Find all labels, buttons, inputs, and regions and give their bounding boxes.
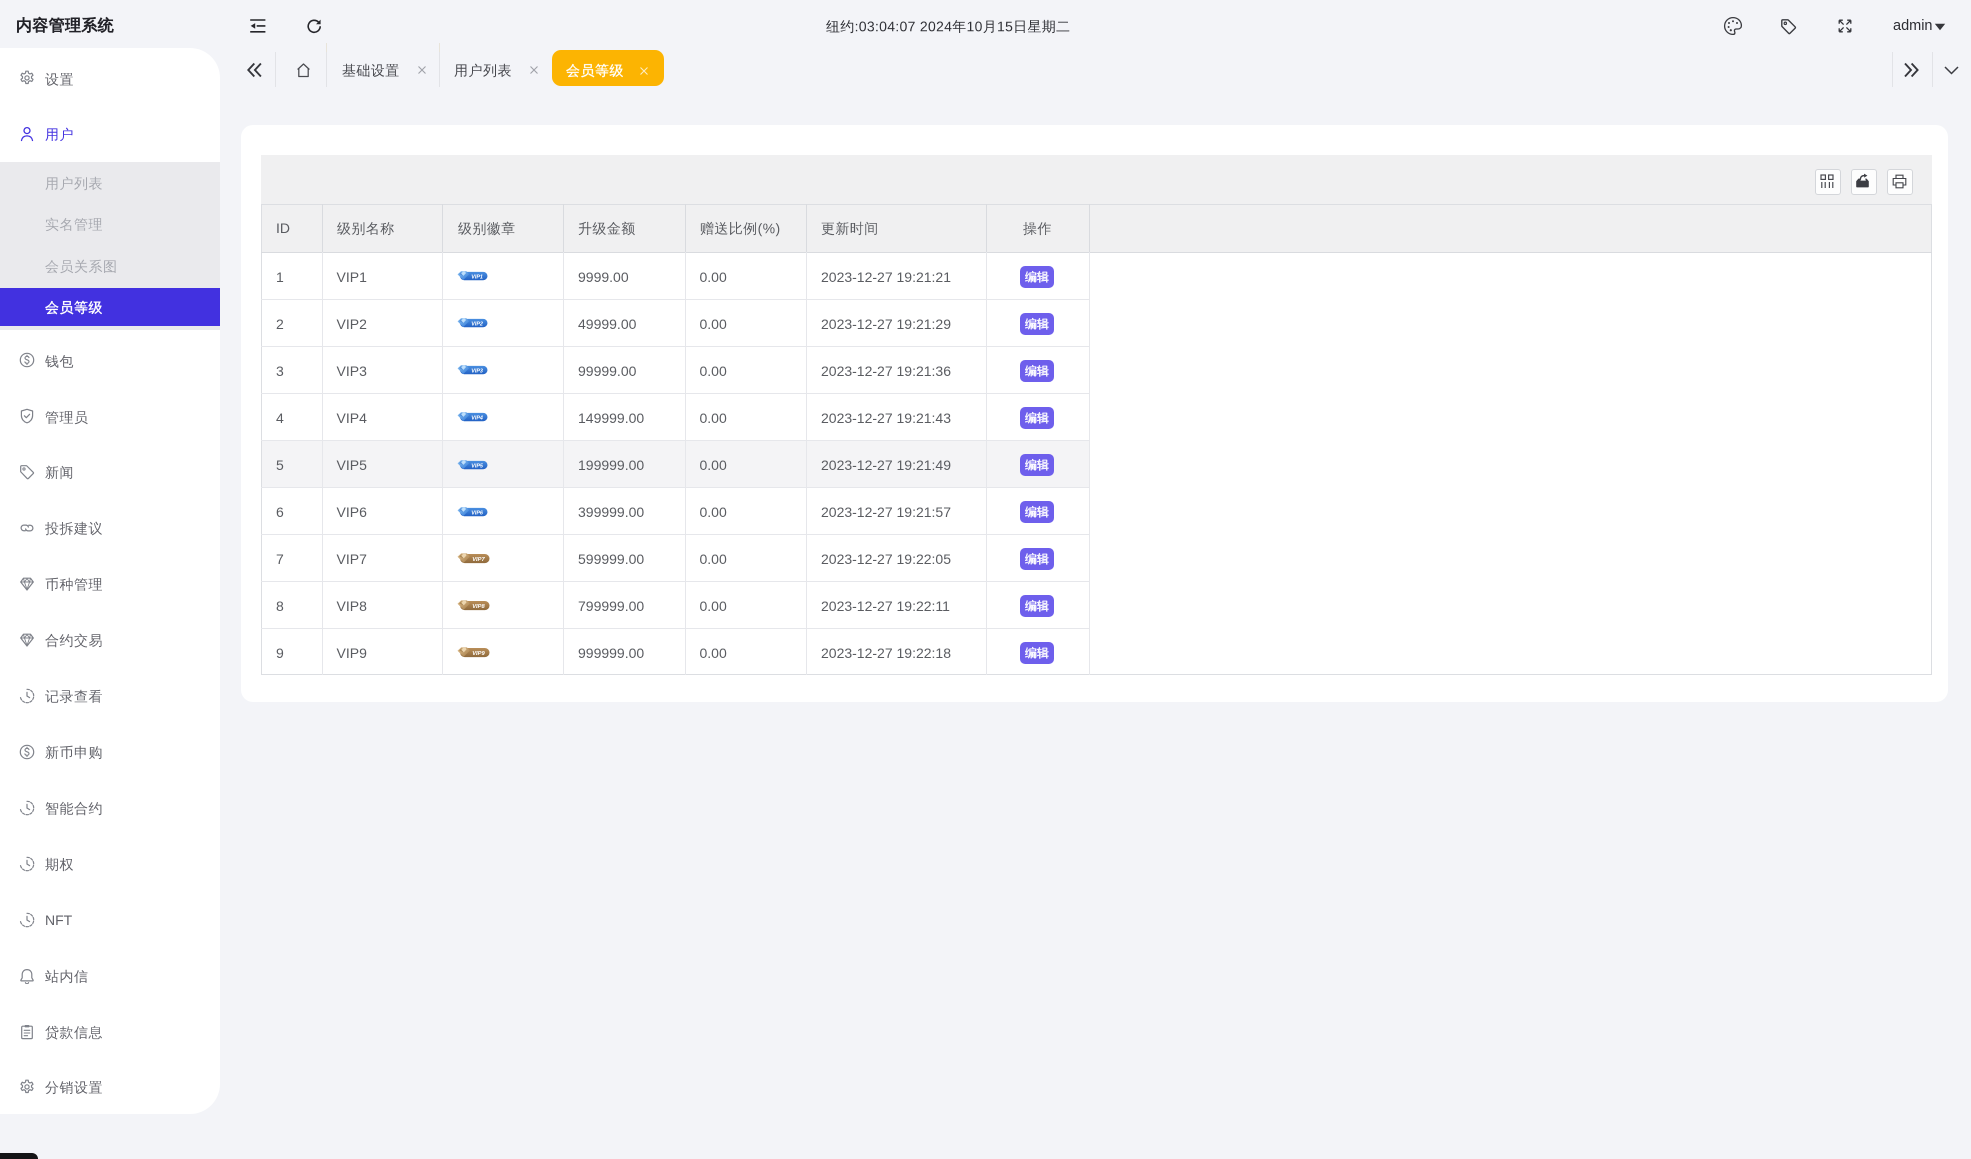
svg-text:VIP7: VIP7: [472, 557, 485, 563]
svg-text:VIP6: VIP6: [471, 510, 484, 516]
svg-text:VIP8: VIP8: [472, 604, 485, 610]
svg-text:VIP3: VIP3: [471, 369, 483, 375]
svg-text:VIP2: VIP2: [471, 322, 483, 328]
svg-text:VIP9: VIP9: [472, 651, 485, 657]
svg-text:VIP1: VIP1: [471, 275, 483, 281]
svg-text:VIP5: VIP5: [471, 463, 484, 469]
svg-text:VIP4: VIP4: [471, 416, 483, 422]
